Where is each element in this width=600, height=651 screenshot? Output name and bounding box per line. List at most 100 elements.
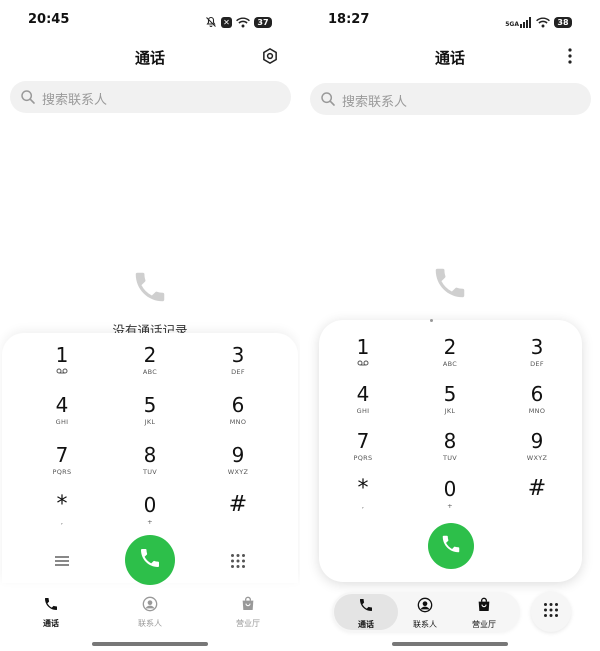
dial-key-digit: 9 [231, 443, 245, 467]
dial-key-7[interactable]: 7 PQRS [27, 443, 97, 489]
dial-key-digit: 9 [530, 429, 544, 453]
dial-key-2[interactable]: 2 ABC [415, 335, 485, 381]
tab-calls[interactable]: 通话 [336, 597, 396, 630]
dialpad-icon[interactable] [228, 551, 248, 571]
dial-key-3[interactable]: 3 DEF [502, 335, 572, 381]
search-icon [20, 89, 36, 109]
dial-key-8[interactable]: 8 TUV [415, 429, 485, 475]
dial-key-9[interactable]: 9 WXYZ [502, 429, 572, 475]
dial-key-1[interactable]: 1 [27, 343, 97, 389]
dial-key-letters: + [147, 518, 153, 526]
dial-key-digit: 4 [356, 382, 370, 406]
dial-key-digit: 5 [143, 393, 157, 417]
dialpad-toggle-button[interactable] [531, 592, 571, 632]
dial-key-8[interactable]: 8 TUV [115, 443, 185, 489]
dial-key-3[interactable]: 3 DEF [203, 343, 273, 389]
search-placeholder: 搜索联系人 [42, 93, 108, 108]
battery-icon: 38 [554, 17, 572, 28]
dial-key-digit: 5 [443, 382, 457, 406]
dial-key-2[interactable]: 2 ABC [115, 343, 185, 389]
dial-key-digit: 0 [143, 493, 157, 517]
dial-key-letters: , [361, 502, 365, 510]
x-badge-icon: ✕ [221, 17, 232, 28]
status-bar: 20:45 ✕ 37 [0, 10, 300, 30]
call-button[interactable] [428, 523, 474, 569]
dial-key-hash[interactable]: # [502, 477, 572, 523]
home-indicator [392, 642, 508, 646]
tab-label: 营业厅 [236, 619, 260, 628]
tab-contacts[interactable]: 联系人 [120, 596, 180, 629]
voicemail-icon [328, 360, 398, 368]
dial-key-digit: # [228, 492, 248, 517]
dial-key-letters: PQRS [353, 454, 373, 462]
menu-icon[interactable] [52, 553, 72, 569]
dial-key-letters: PQRS [52, 468, 72, 476]
dial-key-digit: * [56, 492, 68, 517]
phone-icon [131, 268, 169, 306]
dial-key-letters: JKL [444, 407, 456, 415]
dial-key-6[interactable]: 6 MNO [203, 393, 273, 439]
dial-key-letters: WXYZ [227, 468, 249, 476]
dial-key-digit: 3 [530, 335, 544, 359]
network-type-label: 5GA [505, 21, 519, 28]
dial-key-digit: * [357, 476, 369, 501]
search-placeholder: 搜索联系人 [342, 95, 408, 110]
dial-key-1[interactable]: 1 [328, 335, 398, 381]
dial-key-5[interactable]: 5 JKL [115, 393, 185, 439]
tab-store[interactable]: 营业厅 [454, 597, 514, 630]
contacts-tab-icon [417, 597, 433, 617]
status-bar: 18:27 5GA 38 [300, 10, 600, 30]
status-time: 18:27 [328, 12, 370, 27]
phone-tab-icon [43, 597, 59, 616]
dial-key-letters: WXYZ [526, 454, 548, 462]
dial-key-6[interactable]: 6 MNO [502, 382, 572, 428]
status-icons: ✕ 37 [205, 13, 272, 32]
tab-label: 通话 [43, 619, 59, 628]
search-input[interactable]: 搜索联系人 [310, 83, 591, 115]
dial-key-star[interactable]: *, [27, 493, 97, 539]
dial-key-9[interactable]: 9 WXYZ [203, 443, 273, 489]
tab-label: 通话 [358, 620, 374, 629]
dial-key-letters: JKL [144, 418, 156, 426]
dial-key-4[interactable]: 4 GHI [27, 393, 97, 439]
tab-store[interactable]: 营业厅 [218, 596, 278, 629]
more-icon[interactable] [560, 46, 580, 66]
dial-key-letters: TUV [442, 454, 458, 462]
tab-calls[interactable]: 通话 [21, 596, 81, 629]
dial-key-7[interactable]: 7 PQRS [328, 429, 398, 475]
dial-key-letters: GHI [55, 418, 69, 426]
search-input[interactable]: 搜索联系人 [10, 81, 291, 113]
call-icon [138, 546, 162, 574]
dial-key-letters: GHI [356, 407, 370, 415]
dial-key-digit: 8 [143, 443, 157, 467]
dial-key-letters: + [447, 502, 453, 510]
dial-key-letters: ABC [442, 360, 458, 368]
dial-key-4[interactable]: 4 GHI [328, 382, 398, 428]
dial-key-5[interactable]: 5 JKL [415, 382, 485, 428]
dial-key-0[interactable]: 0 + [415, 477, 485, 523]
settings-icon[interactable] [260, 46, 280, 66]
dial-key-star[interactable]: *, [328, 477, 398, 523]
call-button[interactable] [125, 535, 175, 585]
dial-key-letters: ABC [142, 368, 158, 376]
dialer-screen-left: 20:45 ✕ 37 通话 搜索联系人 没有通话记录 1 2 ABC 3 DEF 4 GHI… [0, 0, 300, 651]
phone-tab-icon [358, 598, 374, 617]
dial-key-digit: 6 [530, 382, 544, 406]
tab-label: 联系人 [413, 620, 437, 629]
tab-label: 营业厅 [472, 620, 496, 629]
dial-key-hash[interactable]: # [203, 493, 273, 539]
tab-contacts[interactable]: 联系人 [395, 597, 455, 630]
dial-key-letters: , [60, 518, 64, 526]
dial-key-digit: 3 [231, 343, 245, 367]
dial-key-digit: 1 [356, 335, 370, 359]
dial-key-digit: 8 [443, 429, 457, 453]
dial-key-digit: 0 [443, 477, 457, 501]
dialpad-handle[interactable] [430, 319, 433, 322]
dial-key-digit: 6 [231, 393, 245, 417]
store-tab-icon [476, 597, 492, 617]
phone-icon [431, 264, 469, 302]
dial-key-0[interactable]: 0 + [115, 493, 185, 539]
call-icon [440, 533, 462, 559]
tab-label: 联系人 [138, 619, 162, 628]
contacts-tab-icon [142, 596, 158, 616]
